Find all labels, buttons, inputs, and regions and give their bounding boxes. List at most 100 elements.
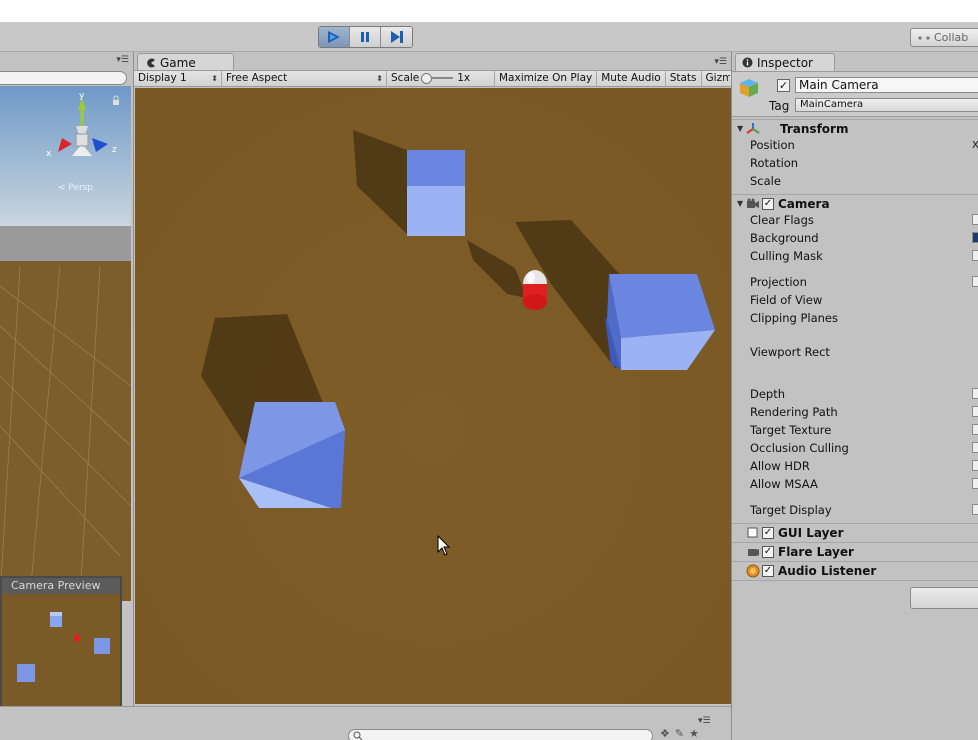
field-of-view-label: Field of View bbox=[750, 293, 823, 307]
projection-field[interactable] bbox=[972, 276, 978, 287]
panel-menu-icon[interactable]: ▾☰ bbox=[116, 55, 129, 65]
info-icon bbox=[742, 57, 753, 68]
gui-layer-header[interactable]: ✓ GUI Layer bbox=[732, 523, 978, 541]
tag-label: Tag bbox=[769, 99, 790, 113]
gizmo-y-label: y bbox=[79, 91, 85, 101]
audio-listener-header[interactable]: ✓ Audio Listener bbox=[732, 561, 978, 579]
gui-layer-icon bbox=[746, 526, 760, 540]
collab-button[interactable]: Collab bbox=[910, 28, 978, 47]
filter-type-icon[interactable]: ❖ bbox=[660, 727, 670, 740]
panel-menu-icon[interactable]: ▾☰ bbox=[698, 716, 711, 726]
scale-value: 1x bbox=[457, 72, 471, 84]
aspect-value: Free Aspect bbox=[226, 72, 288, 84]
cube bbox=[239, 402, 345, 508]
scale-slider[interactable] bbox=[421, 73, 454, 84]
gizmos-dropdown[interactable]: Gizmos bbox=[702, 71, 730, 87]
target-display-label: Target Display bbox=[750, 503, 832, 517]
divider bbox=[732, 580, 978, 581]
favorite-star-icon[interactable]: ★ bbox=[689, 727, 699, 740]
tab-inspector-label: Inspector bbox=[757, 55, 813, 70]
camera-enabled-checkbox[interactable]: ✓ bbox=[762, 197, 774, 210]
background-label: Background bbox=[750, 231, 819, 245]
gameobject-cube-icon bbox=[740, 79, 758, 97]
tag-dropdown[interactable]: MainCamera bbox=[795, 98, 978, 112]
camera-preview-render bbox=[2, 594, 120, 706]
camera-preview: Camera Preview bbox=[0, 576, 122, 706]
scene-tabbar: ▾☰ bbox=[0, 52, 133, 70]
occlusion-culling-label: Occlusion Culling bbox=[750, 441, 849, 455]
tab-game-label: Game bbox=[160, 55, 196, 70]
display-dropdown[interactable]: Display 1 ⬍ bbox=[134, 71, 222, 87]
step-icon bbox=[390, 31, 403, 43]
transform-x-field[interactable]: X bbox=[972, 140, 978, 151]
transform-header[interactable]: ▼ Transform bbox=[732, 119, 978, 137]
maximize-on-play-toggle[interactable]: Maximize On Play bbox=[495, 71, 598, 87]
transform-scale-label: Scale bbox=[750, 174, 781, 188]
depth-field[interactable] bbox=[972, 388, 978, 399]
gizmo-x-label: x bbox=[46, 149, 52, 159]
play-button[interactable] bbox=[319, 27, 350, 47]
transform-rotation-label: Rotation bbox=[750, 156, 799, 170]
object-name-field[interactable]: Main Camera bbox=[795, 77, 978, 93]
audio-listener-icon bbox=[746, 564, 760, 578]
filter-label-icon[interactable]: ✎ bbox=[675, 727, 684, 740]
add-component-button[interactable] bbox=[910, 587, 978, 609]
project-search-input[interactable] bbox=[348, 729, 653, 740]
flare-layer-title: Flare Layer bbox=[778, 544, 854, 559]
cube bbox=[407, 150, 465, 236]
culling-mask-label: Culling Mask bbox=[750, 249, 823, 263]
allow-msaa-checkbox[interactable] bbox=[972, 478, 978, 489]
project-panel-header: ▾☰ ❖ ✎ ★ bbox=[0, 706, 731, 740]
target-display-field[interactable] bbox=[972, 504, 978, 515]
foldout-arrow-icon: ▼ bbox=[737, 199, 744, 208]
tab-game[interactable]: Game bbox=[137, 53, 234, 71]
camera-header[interactable]: ▼ ✓ Camera bbox=[732, 194, 978, 212]
target-texture-field[interactable] bbox=[972, 424, 978, 435]
flare-layer-icon bbox=[746, 545, 760, 559]
flare-layer-checkbox[interactable]: ✓ bbox=[762, 545, 774, 558]
allow-hdr-checkbox[interactable] bbox=[972, 460, 978, 471]
camera-preview-title: Camera Preview bbox=[2, 578, 120, 594]
background-color-field[interactable] bbox=[972, 232, 978, 243]
mute-audio-label: Mute Audio bbox=[601, 72, 661, 84]
top-strip bbox=[0, 0, 978, 22]
gui-layer-title: GUI Layer bbox=[778, 525, 844, 540]
flare-layer-header[interactable]: ✓ Flare Layer bbox=[732, 542, 978, 560]
stats-label: Stats bbox=[669, 72, 697, 84]
gizmos-label: Gizmos bbox=[705, 72, 730, 84]
culling-mask-field[interactable] bbox=[972, 250, 978, 261]
step-button[interactable] bbox=[381, 27, 412, 47]
viewport-rect-label: Viewport Rect bbox=[750, 345, 830, 359]
mute-audio-toggle[interactable]: Mute Audio bbox=[597, 71, 666, 87]
occlusion-culling-checkbox[interactable] bbox=[972, 442, 978, 453]
display-value: Display 1 bbox=[138, 72, 187, 84]
allow-hdr-label: Allow HDR bbox=[750, 459, 810, 473]
projection-label: Projection bbox=[750, 275, 807, 289]
rendering-path-field[interactable] bbox=[972, 406, 978, 417]
project-filter-icons: ❖ ✎ ★ bbox=[660, 727, 699, 740]
pause-button[interactable] bbox=[350, 27, 381, 47]
search-icon bbox=[353, 731, 363, 740]
maximize-on-play-label: Maximize On Play bbox=[499, 72, 593, 84]
active-checkbox[interactable]: ✓ bbox=[777, 79, 790, 92]
rendering-path-label: Rendering Path bbox=[750, 405, 838, 419]
allow-msaa-label: Allow MSAA bbox=[750, 477, 818, 491]
transform-icon bbox=[746, 122, 760, 136]
scale-slider-control[interactable]: Scale 1x bbox=[387, 71, 495, 87]
foldout-arrow-icon: ▼ bbox=[737, 124, 744, 133]
gui-layer-checkbox[interactable]: ✓ bbox=[762, 526, 774, 539]
transform-title: Transform bbox=[780, 121, 849, 136]
scene-search-input[interactable] bbox=[0, 71, 127, 85]
clear-flags-field[interactable] bbox=[972, 214, 978, 225]
pacman-icon bbox=[147, 58, 155, 67]
panel-menu-icon[interactable]: ▾☰ bbox=[714, 57, 727, 67]
scene-viewport[interactable]: y x z < Persp Camera Preview bbox=[0, 86, 132, 706]
stats-toggle[interactable]: Stats bbox=[666, 71, 702, 87]
cloud-icon bbox=[918, 35, 930, 40]
scale-label: Scale bbox=[391, 72, 420, 84]
audio-listener-checkbox[interactable]: ✓ bbox=[762, 564, 774, 577]
game-viewport[interactable] bbox=[135, 88, 731, 704]
clear-flags-label: Clear Flags bbox=[750, 213, 814, 227]
tab-inspector[interactable]: Inspector bbox=[735, 53, 835, 71]
aspect-dropdown[interactable]: Free Aspect ⬍ bbox=[222, 71, 387, 87]
